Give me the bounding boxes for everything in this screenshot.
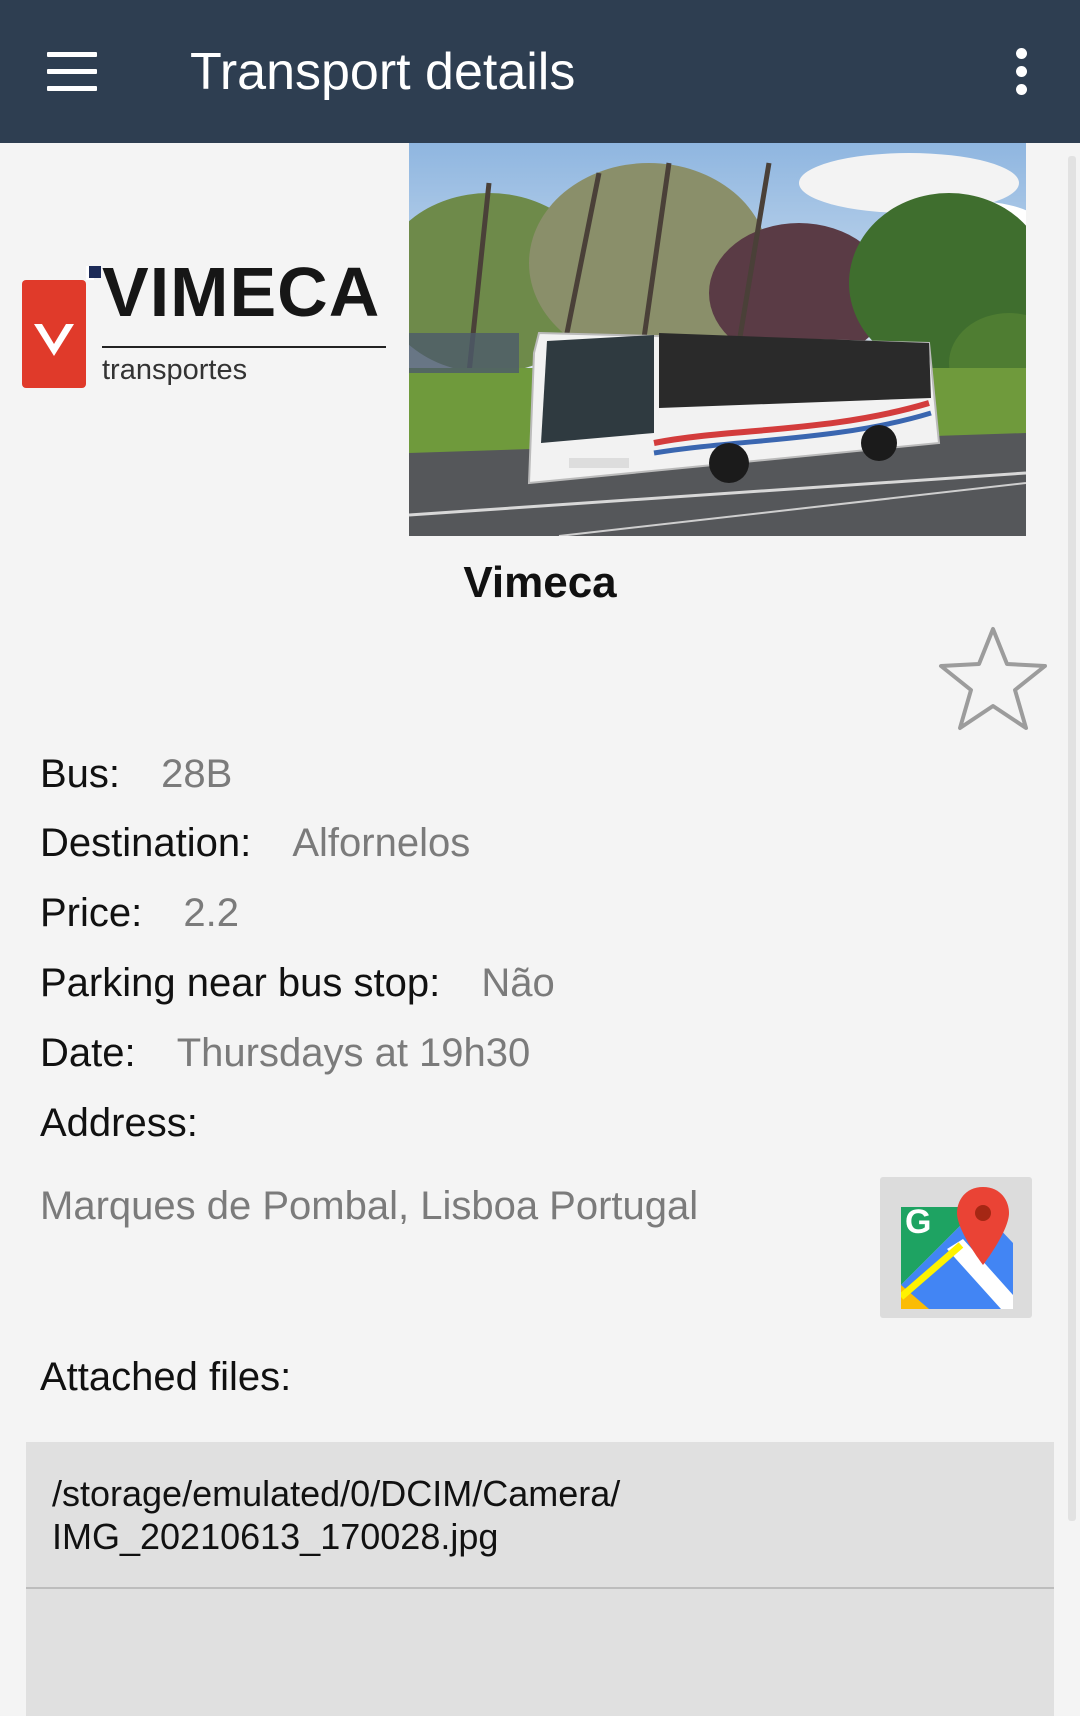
- app-bar: Transport details: [0, 0, 1080, 143]
- attached-files-label: Attached files:: [40, 1355, 292, 1399]
- google-maps-icon: G: [901, 1187, 1013, 1309]
- parking-label: Parking near bus stop:: [40, 961, 441, 1005]
- attached-file-preview[interactable]: [26, 1589, 1054, 1716]
- bus-label: Bus:: [40, 752, 121, 796]
- date-value: Thursdays at 19h30: [176, 1031, 531, 1075]
- favorite-button[interactable]: [936, 624, 1051, 734]
- address-label: Address:: [40, 1101, 198, 1145]
- logo-wordmark: VIMECA: [102, 253, 381, 331]
- date-label: Date:: [40, 1031, 136, 1075]
- parking-value: Não: [481, 961, 555, 1005]
- svg-text:G: G: [905, 1203, 931, 1241]
- bus-photo: [409, 143, 1026, 536]
- file-path: /storage/emulated/0/DCIM/Camera/ IMG_202…: [52, 1472, 620, 1558]
- attached-file-item[interactable]: /storage/emulated/0/DCIM/Camera/ IMG_202…: [26, 1442, 1054, 1587]
- price-value: 2.2: [183, 891, 239, 935]
- destination-row: Destination: Alfornelos: [40, 818, 470, 868]
- company-name: Vimeca: [463, 558, 617, 607]
- open-maps-button[interactable]: G: [880, 1177, 1032, 1318]
- file-path-line-1: /storage/emulated/0/DCIM/Camera/: [52, 1473, 621, 1514]
- logo-subtitle: transportes: [102, 354, 248, 386]
- destination-value: Alfornelos: [292, 821, 471, 865]
- bus-value: 28B: [161, 752, 233, 796]
- parking-row: Parking near bus stop: Não: [40, 958, 555, 1008]
- logo-underline: [102, 346, 386, 348]
- destination-label: Destination:: [40, 821, 252, 865]
- date-row: Date: Thursdays at 19h30: [40, 1028, 530, 1078]
- file-path-line-2: IMG_20210613_170028.jpg: [52, 1516, 499, 1557]
- address-value: Marques de Pombal, Lisboa Portugal: [40, 1184, 699, 1228]
- scrollbar[interactable]: [1068, 156, 1076, 1521]
- page-title: Transport details: [190, 43, 576, 101]
- price-label: Price:: [40, 891, 143, 935]
- price-row: Price: 2.2: [40, 888, 239, 938]
- company-logo: VIMECA transportes: [22, 253, 388, 390]
- bus-row: Bus: 28B: [40, 749, 232, 799]
- star-outline-icon: [939, 627, 1047, 730]
- overflow-menu-button[interactable]: [1000, 40, 1044, 104]
- vimeca-logo-mark: [22, 266, 101, 388]
- menu-button[interactable]: [38, 40, 108, 104]
